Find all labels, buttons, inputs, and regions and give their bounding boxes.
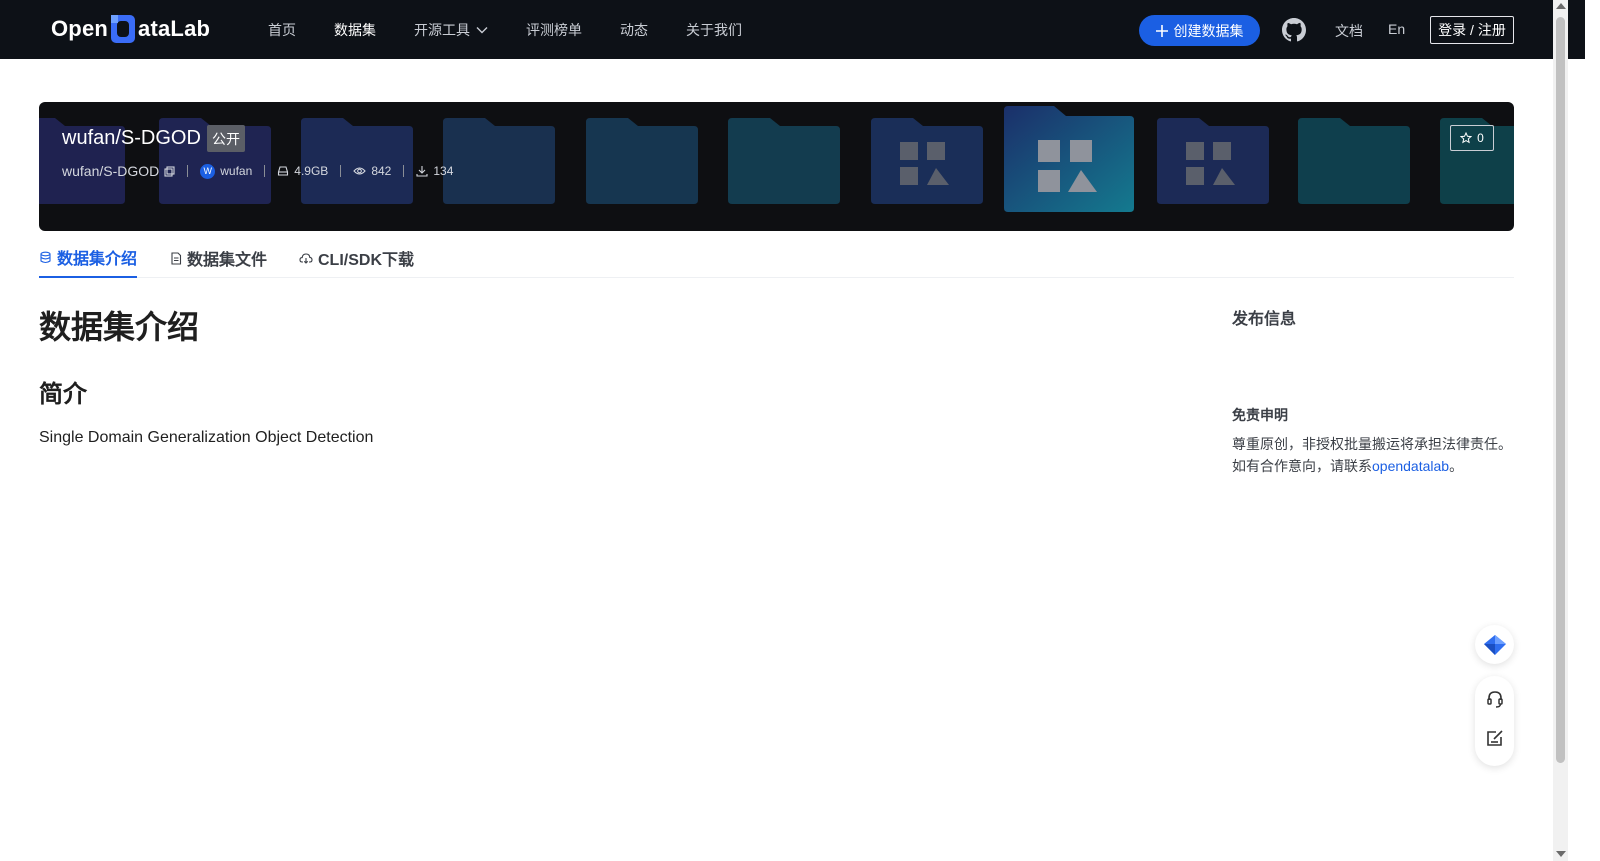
- nav-home[interactable]: 首页: [268, 20, 296, 40]
- meta-divider: [264, 165, 266, 177]
- nav-news-label: 动态: [620, 21, 648, 38]
- nav-tools[interactable]: 开源工具: [414, 20, 488, 40]
- assistant-icon: [1483, 634, 1506, 655]
- nav-about[interactable]: 关于我们: [686, 20, 742, 40]
- meta-divider: [340, 165, 342, 177]
- opendatalab-link[interactable]: opendatalab: [1372, 458, 1449, 474]
- folder-icon: [728, 118, 840, 204]
- dataset-cover-folder-icon: [1004, 106, 1134, 212]
- plus-icon: [1155, 24, 1168, 37]
- logo-text-open: Open: [51, 16, 109, 41]
- page-title: 数据集介绍: [39, 309, 200, 345]
- hard-drive-icon: [278, 166, 289, 176]
- star-button[interactable]: 0: [1450, 125, 1494, 151]
- chevron-down-icon: [476, 26, 488, 33]
- page-scrollbar[interactable]: [1553, 0, 1568, 861]
- disclaimer-contact-suffix: 。: [1449, 458, 1464, 474]
- opendatalab-logo[interactable]: Open ataLab: [51, 14, 210, 44]
- cloud-download-icon: [299, 253, 313, 264]
- dataset-title: wufan/S-DGOD: [62, 127, 201, 149]
- dataset-size-value: 4.9GB: [294, 164, 329, 178]
- dataset-size: 4.9GB: [277, 164, 328, 178]
- folder-icon: [39, 118, 125, 204]
- view-count: 842: [353, 164, 391, 178]
- floating-toolbar: [1475, 676, 1514, 766]
- nav-datasets[interactable]: 数据集: [334, 20, 376, 40]
- author[interactable]: W wufan: [200, 163, 253, 179]
- copy-icon[interactable]: [164, 165, 175, 177]
- database-icon: [40, 251, 51, 263]
- scroll-up-arrow-icon[interactable]: [1556, 3, 1566, 9]
- star-icon: [1460, 132, 1473, 144]
- customer-service-icon[interactable]: [1484, 688, 1505, 709]
- tab-files[interactable]: 数据集文件: [170, 238, 267, 278]
- dataset-image-folder-icon: [871, 118, 983, 204]
- eye-icon: [353, 167, 367, 175]
- tab-files-label: 数据集文件: [187, 252, 268, 269]
- logo-d-mark: [109, 14, 137, 44]
- tab-introduction[interactable]: 数据集介绍: [39, 238, 137, 278]
- view-count-value: 842: [371, 164, 392, 178]
- meta-divider: [187, 165, 189, 177]
- disclaimer-title: 免责申明: [1232, 407, 1288, 423]
- scrollbar-thumb[interactable]: [1556, 17, 1565, 763]
- folder-icon: [1298, 118, 1410, 204]
- login-register-button[interactable]: 登录 / 注册: [1430, 16, 1514, 44]
- visibility-badge: 公开: [207, 125, 245, 152]
- download-icon: [416, 166, 428, 177]
- feedback-icon[interactable]: [1484, 727, 1505, 748]
- folder-icon: [301, 118, 413, 204]
- avatar: W: [200, 163, 216, 179]
- meta-divider: [403, 165, 405, 177]
- create-dataset-label: 创建数据集: [1173, 22, 1244, 39]
- download-count-value: 134: [433, 164, 454, 178]
- publish-info-title: 发布信息: [1232, 311, 1297, 328]
- repo-path: wufan/S-DGOD: [62, 163, 175, 179]
- tab-cli-sdk-label: CLI/SDK下载: [318, 252, 415, 269]
- nav-home-label: 首页: [268, 21, 296, 38]
- dataset-tabs: 数据集介绍 数据集文件 CLI/SDK下载: [39, 238, 1514, 278]
- repo-path-text: wufan/S-DGOD: [62, 163, 160, 179]
- disclaimer-text: 尊重原创，非授权批量搬运将承担法律责任。: [1232, 436, 1512, 452]
- dataset-image-folder-icon: [1157, 118, 1269, 204]
- disclaimer-contact-prefix: 如有合作意向，请联系: [1232, 458, 1372, 474]
- star-count: 0: [1477, 131, 1484, 145]
- logo-text-datalab: ataLab: [138, 16, 211, 41]
- nav-datasets-label: 数据集: [334, 21, 376, 38]
- section-heading: 简介: [39, 381, 87, 408]
- top-navbar: Open ataLab 首页 数据集 开源工具 评测榜单 动态 关于我们 创建数…: [0, 0, 1585, 59]
- dataset-description: Single Domain Generalization Object Dete…: [39, 429, 374, 446]
- folder-icon: [443, 118, 555, 204]
- tab-cli-sdk[interactable]: CLI/SDK下载: [299, 238, 414, 278]
- nav-leaderboard-label: 评测榜单: [526, 21, 582, 38]
- nav-docs[interactable]: 文档: [1335, 21, 1363, 41]
- scroll-down-arrow-icon[interactable]: [1556, 851, 1566, 857]
- language-switch[interactable]: En: [1388, 21, 1405, 37]
- folder-icon: [586, 118, 698, 204]
- download-count: 134: [416, 164, 453, 178]
- disclaimer-contact: 如有合作意向，请联系opendatalab。: [1232, 456, 1463, 476]
- nav-leaderboard[interactable]: 评测榜单: [526, 20, 582, 40]
- nav-tools-label: 开源工具: [414, 21, 470, 38]
- file-icon: [171, 251, 182, 265]
- create-dataset-button[interactable]: 创建数据集: [1139, 15, 1260, 46]
- nav-about-label: 关于我们: [686, 21, 742, 38]
- assistant-float-button[interactable]: [1475, 625, 1514, 664]
- author-name: wufan: [220, 164, 253, 178]
- main-nav: 首页 数据集 开源工具 评测榜单 动态 关于我们: [268, 0, 780, 59]
- nav-news[interactable]: 动态: [620, 20, 648, 40]
- dataset-meta: wufan/S-DGOD W wufan 4.9GB 842 134: [62, 163, 453, 179]
- github-icon[interactable]: [1282, 18, 1306, 42]
- tab-introduction-label: 数据集介绍: [57, 251, 138, 268]
